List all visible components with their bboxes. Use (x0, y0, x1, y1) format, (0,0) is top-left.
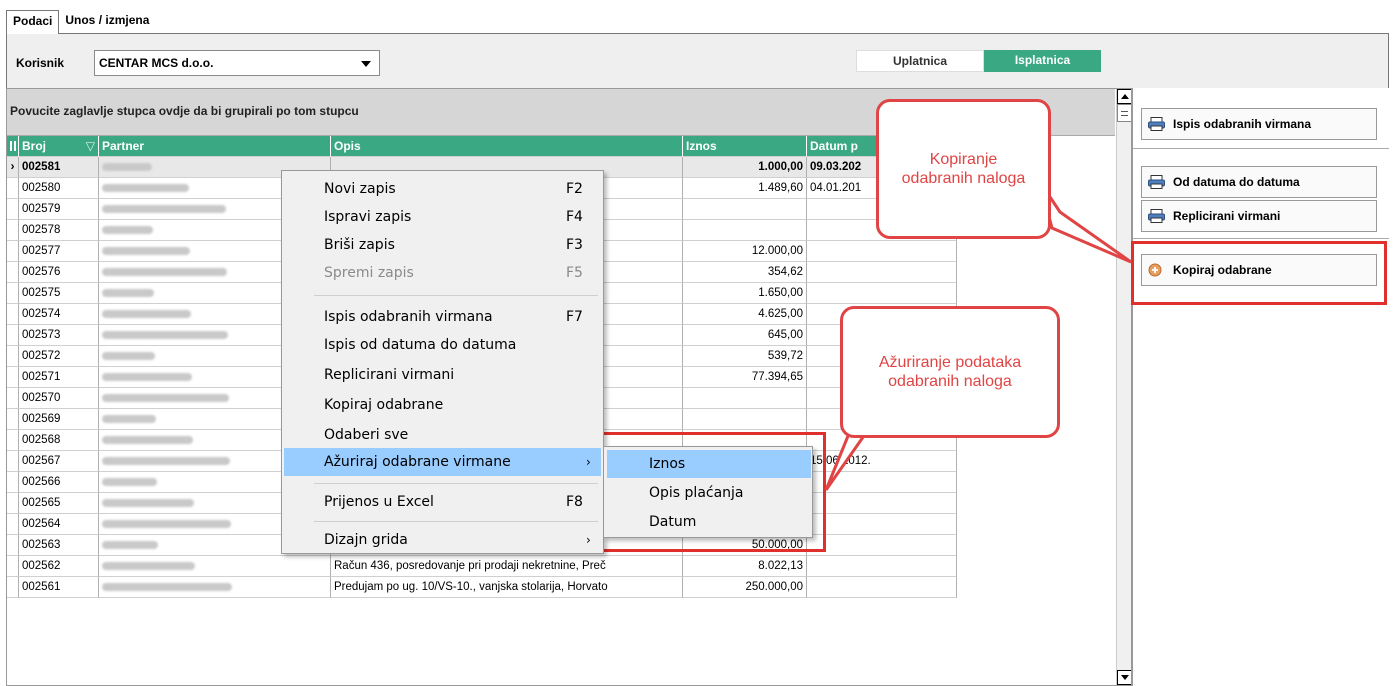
callout-azuriranje: Ažuriranje podataka odabranih naloga (840, 306, 1060, 438)
callout-kopiranje: Kopiranje odabranih naloga (876, 99, 1051, 239)
callout-pointers (824, 181, 1132, 491)
callout-kopiranje-pointer (1038, 181, 1132, 264)
tab-podaci[interactable]: Podaci (6, 10, 60, 34)
